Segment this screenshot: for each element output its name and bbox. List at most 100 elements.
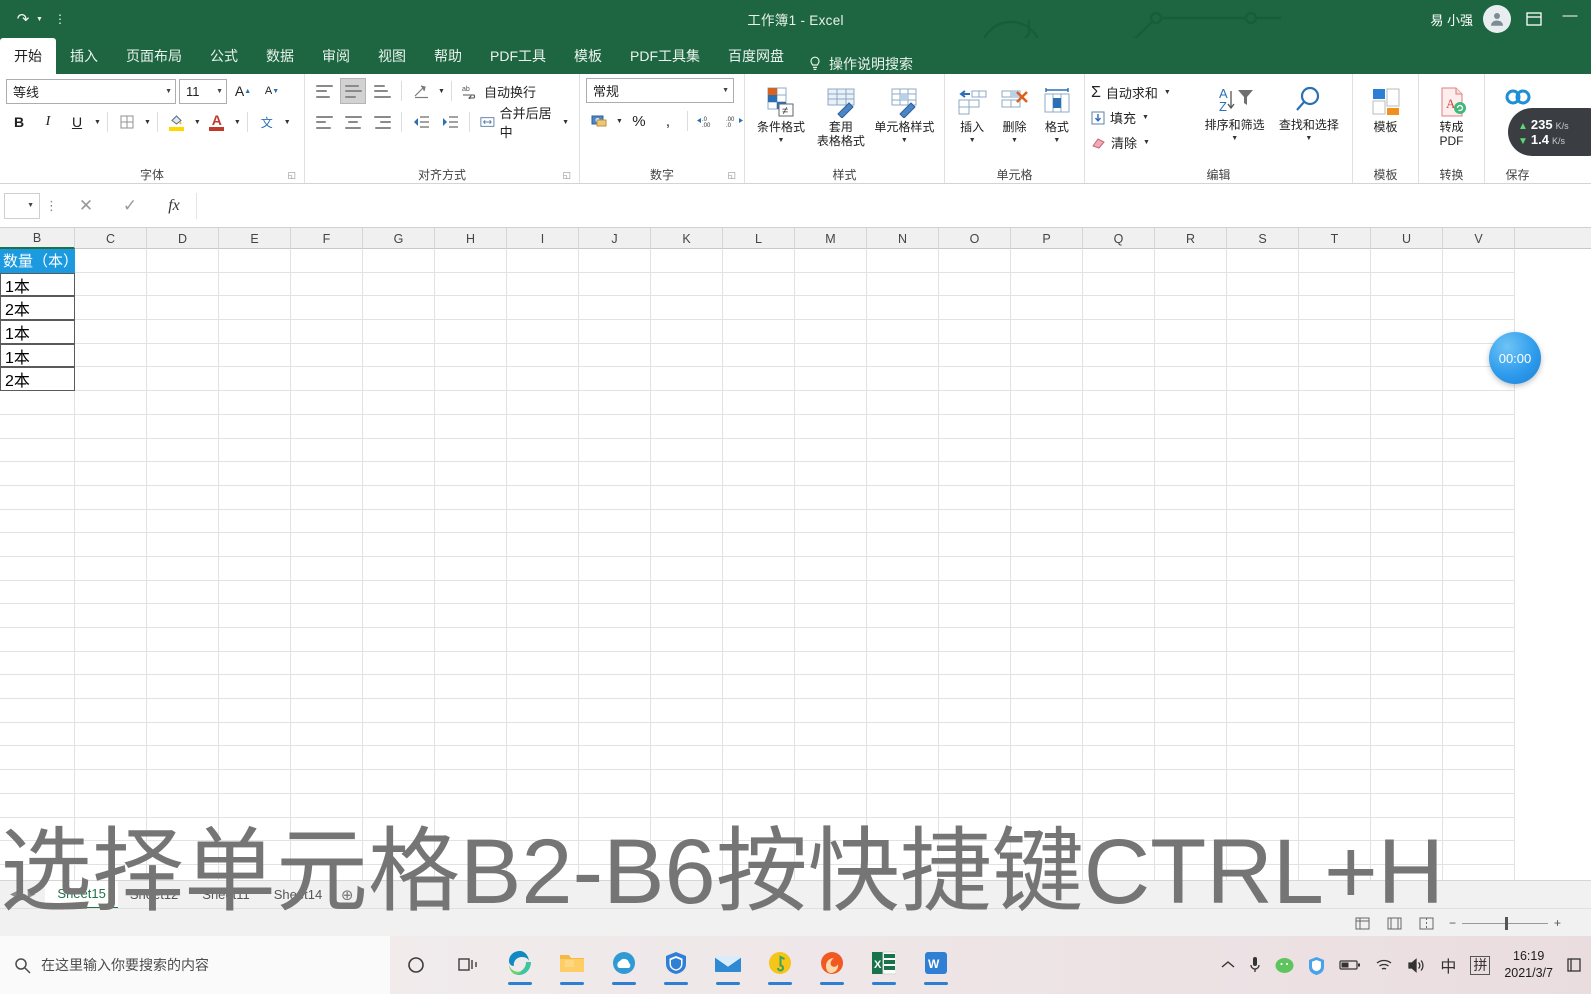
- cell-D6[interactable]: [147, 367, 219, 392]
- cell-T26[interactable]: [1299, 841, 1371, 865]
- cell-B16[interactable]: [0, 604, 75, 628]
- cell-S9[interactable]: [1227, 438, 1299, 463]
- cell-T6[interactable]: [1299, 367, 1371, 392]
- cell-I21[interactable]: [507, 722, 579, 747]
- cell-S19[interactable]: [1227, 675, 1299, 700]
- ime-mode-icon[interactable]: 中: [1440, 953, 1456, 977]
- taskbar-app-mail[interactable]: [702, 936, 754, 994]
- font-color-button[interactable]: A: [204, 109, 230, 135]
- cell-K15[interactable]: [651, 580, 723, 605]
- cell-O13[interactable]: [939, 533, 1011, 557]
- cell-G13[interactable]: [363, 533, 435, 557]
- find-and-select-button[interactable]: 查找和选择 ▼: [1272, 80, 1346, 146]
- cell-C18[interactable]: [75, 651, 147, 676]
- taskbar-app-task-view[interactable]: [442, 936, 494, 994]
- cell-M14[interactable]: [795, 556, 867, 581]
- cell-F5[interactable]: [291, 343, 363, 368]
- cell-N4[interactable]: [867, 320, 939, 344]
- cell-P6[interactable]: [1011, 367, 1083, 392]
- cell-G24[interactable]: [363, 793, 435, 818]
- italic-button[interactable]: I: [35, 109, 61, 135]
- cell-E8[interactable]: [219, 414, 291, 439]
- cell-U23[interactable]: [1371, 770, 1443, 794]
- cell-Q16[interactable]: [1083, 604, 1155, 628]
- cell-B24[interactable]: [0, 793, 75, 818]
- cell-V8[interactable]: [1443, 414, 1515, 439]
- formula-bar-handle[interactable]: ⋮: [40, 198, 64, 214]
- cell-I15[interactable]: [507, 580, 579, 605]
- cell-T16[interactable]: [1299, 604, 1371, 628]
- percent-style-button[interactable]: %: [626, 108, 652, 134]
- align-middle-button[interactable]: [340, 78, 366, 104]
- cell-H24[interactable]: [435, 793, 507, 818]
- cell-U3[interactable]: [1371, 296, 1443, 321]
- cell-C15[interactable]: [75, 580, 147, 605]
- cell-S5[interactable]: [1227, 343, 1299, 368]
- cell-R26[interactable]: [1155, 841, 1227, 865]
- cell-S6[interactable]: [1227, 367, 1299, 392]
- decrease-font-size-button[interactable]: A ▼: [259, 78, 285, 104]
- column-header-N[interactable]: N: [867, 228, 939, 249]
- cell-T22[interactable]: [1299, 746, 1371, 771]
- cell-H26[interactable]: [435, 841, 507, 865]
- cell-E26[interactable]: [219, 841, 291, 865]
- cell-P17[interactable]: [1011, 628, 1083, 652]
- cell-M10[interactable]: [795, 462, 867, 486]
- cell-F21[interactable]: [291, 722, 363, 747]
- zoom-out-icon[interactable]: −: [1449, 916, 1456, 930]
- cell-D15[interactable]: [147, 580, 219, 605]
- chevron-down-icon[interactable]: ▼: [901, 134, 908, 148]
- cell-C25[interactable]: [75, 817, 147, 842]
- cell-G2[interactable]: [363, 272, 435, 297]
- zoom-knob[interactable]: [1504, 916, 1508, 930]
- column-header-M[interactable]: M: [795, 228, 867, 249]
- cell-O23[interactable]: [939, 770, 1011, 794]
- cell-K24[interactable]: [651, 793, 723, 818]
- orientation-button[interactable]: [408, 78, 434, 104]
- cell-M27[interactable]: [795, 864, 867, 880]
- cell-Q6[interactable]: [1083, 367, 1155, 392]
- worksheet-grid[interactable]: BCDEFGHIJKLMNOPQRSTUV 数量（本） 1本 2本 1本 1本 2本: [0, 228, 1591, 880]
- cell-K8[interactable]: [651, 414, 723, 439]
- cell-O9[interactable]: [939, 438, 1011, 463]
- cell-R4[interactable]: [1155, 320, 1227, 344]
- cell-T24[interactable]: [1299, 793, 1371, 818]
- cell-P12[interactable]: [1011, 509, 1083, 534]
- taskbar-app-wps[interactable]: W: [910, 936, 962, 994]
- fill-button[interactable]: 填充 ▼: [1091, 105, 1198, 130]
- cell-N22[interactable]: [867, 746, 939, 771]
- cell-S23[interactable]: [1227, 770, 1299, 794]
- cell-S3[interactable]: [1227, 296, 1299, 321]
- cell-N26[interactable]: [867, 841, 939, 865]
- cell-R24[interactable]: [1155, 793, 1227, 818]
- cell-C16[interactable]: [75, 604, 147, 628]
- cell-P1[interactable]: [1011, 249, 1083, 273]
- cell-D23[interactable]: [147, 770, 219, 794]
- cell-K10[interactable]: [651, 462, 723, 486]
- cell-F8[interactable]: [291, 414, 363, 439]
- cell-P13[interactable]: [1011, 533, 1083, 557]
- column-header-Q[interactable]: Q: [1083, 228, 1155, 249]
- insert-function-button[interactable]: fx: [152, 193, 196, 219]
- cell-K20[interactable]: [651, 699, 723, 723]
- cell-H11[interactable]: [435, 485, 507, 510]
- cell-V12[interactable]: [1443, 509, 1515, 534]
- cell-H13[interactable]: [435, 533, 507, 557]
- cell-M17[interactable]: [795, 628, 867, 652]
- cell-G4[interactable]: [363, 320, 435, 344]
- cell-P15[interactable]: [1011, 580, 1083, 605]
- cell-E23[interactable]: [219, 770, 291, 794]
- cell-I6[interactable]: [507, 367, 579, 392]
- cell-O17[interactable]: [939, 628, 1011, 652]
- zoom-slider[interactable]: − +: [1449, 916, 1561, 930]
- cell-C21[interactable]: [75, 722, 147, 747]
- cell-E17[interactable]: [219, 628, 291, 652]
- cell-P10[interactable]: [1011, 462, 1083, 486]
- cell-L2[interactable]: [723, 272, 795, 297]
- cell-J27[interactable]: [579, 864, 651, 880]
- cell-L20[interactable]: [723, 699, 795, 723]
- cell-E3[interactable]: [219, 296, 291, 321]
- cell-H8[interactable]: [435, 414, 507, 439]
- cell-J4[interactable]: [579, 320, 651, 344]
- cell-N15[interactable]: [867, 580, 939, 605]
